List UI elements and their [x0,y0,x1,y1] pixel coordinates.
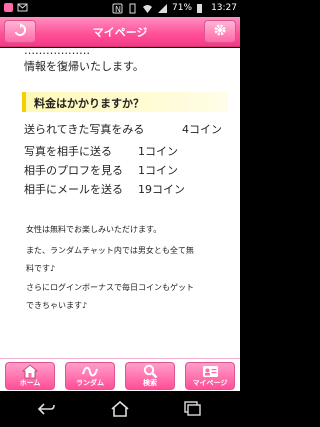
home-icon [6,364,54,379]
recent-apps-icon [182,401,202,421]
signal-icon [157,3,168,14]
tab-random-label: ランダム [76,379,104,387]
status-right-icons: N 71% 13:27 [112,2,237,14]
tab-search-label: 検索 [143,379,157,387]
mail-icon [17,2,28,13]
price-label: 相手のプロフを見る [24,164,123,177]
battery-icon [196,3,207,14]
intro-text-line: ‥‥‥‥‥‥‥‥‥ [24,48,91,57]
back-icon [36,402,56,421]
note-line: また、ランダムチャット内では男女とも全て無 [26,246,194,255]
battery-percent: 71% [172,3,193,13]
price-amount: 19コイン [138,183,185,196]
note-line: さらにログインボーナスで毎日コインもゲット [26,283,194,292]
status-bar: N 71% 13:27 [0,0,240,17]
section-heading-text: 料金はかかりますか？ [34,97,144,110]
app-header: マイページ [0,17,240,47]
tab-home-label: ホーム [19,379,41,387]
price-amount: 4コイン [182,123,222,136]
search-icon [126,364,174,379]
svg-text:N: N [115,5,121,14]
tab-bar: ホーム ランダム 検索 マイページ [0,358,240,391]
tab-mypage[interactable]: マイページ [185,362,235,390]
price-row: 送られてきた写真をみる 4コイン [24,121,222,137]
wifi-icon [142,3,153,14]
home-icon [110,400,130,421]
tab-mypage-label: マイページ [192,379,228,387]
vibrate-icon [127,3,138,14]
recent-apps-button[interactable] [182,401,202,417]
note-line: 料です♪ [26,264,56,273]
price-label: 送られてきた写真をみる [24,123,145,136]
price-label: 写真を相手に送る [24,145,112,158]
main-content[interactable]: ‥‥‥‥‥‥‥‥‥ 情報を復帰いたします。 料金はかかりますか？ 送られてきた写… [0,48,240,358]
note-line: できちゃいます♪ [26,301,88,310]
tab-random[interactable]: ランダム [65,362,115,390]
tab-home[interactable]: ホーム [5,362,55,390]
price-row: 写真を相手に送る 1コイン [24,143,178,159]
system-nav-bar [0,391,240,427]
clock: 13:27 [211,3,237,13]
settings-button[interactable] [204,20,236,43]
intro-text-line: 情報を復帰いたします。 [24,60,144,73]
price-amount: 1コイン [138,164,178,177]
gear-icon [213,22,227,41]
profile-card-icon [186,364,234,379]
section-heading: 料金はかかりますか？ [22,92,228,112]
price-label: 相手にメールを送る [24,183,123,196]
price-row: 相手のプロフを見る 1コイン [24,162,178,178]
tab-search[interactable]: 検索 [125,362,175,390]
price-row: 相手にメールを送る 19コイン [24,181,185,197]
nfc-icon: N [112,3,123,14]
note-line: 女性は無料でお楽しみいただけます。 [26,225,162,234]
random-icon [66,364,114,379]
app-icon [3,2,14,13]
back-button[interactable] [36,401,56,417]
price-amount: 1コイン [138,145,178,158]
status-left-icons [3,2,28,13]
home-button[interactable] [110,400,130,417]
